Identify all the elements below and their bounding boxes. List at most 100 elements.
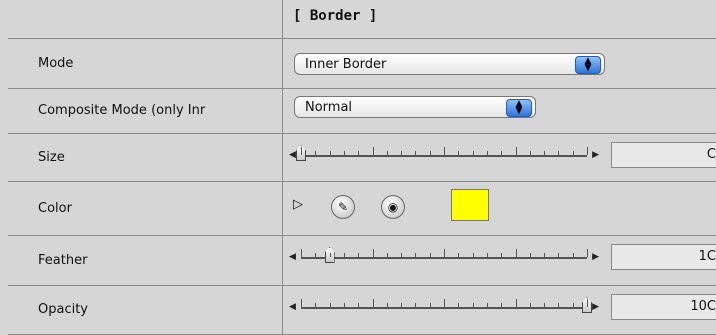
eyedropper-icon[interactable]: ✎ — [331, 195, 355, 219]
slider-tick — [486, 303, 488, 307]
disclosure-triangle-icon[interactable]: ▷ — [293, 197, 303, 212]
slider-left-arrow-icon[interactable]: ◀ — [289, 150, 296, 160]
opacity-slider[interactable]: ◀ ▶ — [289, 297, 599, 314]
mode-label: Mode — [38, 55, 74, 71]
slider-tick — [444, 147, 445, 155]
slider-tick — [386, 303, 388, 307]
slider-tick — [358, 151, 360, 155]
slider-tick — [372, 147, 374, 155]
slider-tick — [444, 249, 445, 257]
slider-tick — [558, 253, 560, 257]
slider-tick — [301, 299, 302, 307]
slider-tick — [501, 253, 503, 257]
slider-tick — [429, 151, 431, 155]
slider-tick — [572, 151, 574, 155]
header-label-cell — [8, 0, 283, 38]
feather-row: Feather ◀ ▶ 1C — [8, 235, 716, 286]
slider-track — [301, 155, 587, 157]
opacity-label: Opacity — [38, 302, 89, 317]
opacity-value-field[interactable]: 10C — [611, 294, 716, 320]
slider-tick — [315, 253, 317, 257]
popup-arrows-icon: ▲ ▼ — [575, 56, 601, 74]
composite-mode-row: Composite Mode (only Inr Normal ▲ ▼ — [8, 88, 716, 134]
slider-tick — [529, 151, 531, 155]
slider-tick — [587, 249, 588, 257]
slider-tick — [472, 303, 474, 307]
slider-tick — [486, 253, 488, 257]
mode-value: Inner Border — [305, 56, 387, 72]
slider-tick — [343, 303, 345, 307]
size-label: Size — [38, 149, 65, 165]
slider-tick — [415, 151, 417, 155]
feather-slider[interactable]: ◀ ▶ — [289, 247, 599, 264]
slider-tick — [544, 253, 546, 257]
feather-value-field[interactable]: 1C — [611, 244, 716, 270]
slider-tick — [372, 249, 374, 257]
slider-left-arrow-icon[interactable]: ◀ — [289, 252, 296, 262]
slider-tick — [329, 253, 331, 257]
slider-tick — [415, 253, 417, 257]
slider-tick — [444, 299, 445, 307]
slider-tick — [329, 151, 331, 155]
slider-tick — [587, 299, 588, 307]
color-row: Color ▷ ✎ ◉ — [8, 181, 716, 236]
slider-tick — [529, 253, 531, 257]
slider-tick — [343, 253, 345, 257]
composite-mode-value: Normal — [305, 99, 353, 115]
slider-right-arrow-icon[interactable]: ▶ — [592, 302, 599, 312]
slider-tick — [401, 253, 403, 257]
mode-row: Mode Inner Border ▲ ▼ — [8, 38, 716, 89]
slider-tick — [501, 303, 503, 307]
slider-tick — [558, 303, 560, 307]
color-swatch[interactable] — [451, 189, 489, 221]
slider-track — [301, 307, 587, 309]
slider-tick — [343, 151, 345, 155]
slider-tick — [544, 151, 546, 155]
composite-mode-popup[interactable]: Normal ▲ ▼ — [294, 96, 536, 118]
section-title: [ Border ] — [293, 8, 378, 24]
header-title-cell: [ Border ] — [283, 0, 716, 38]
slider-tick — [429, 253, 431, 257]
slider-tick — [315, 151, 317, 155]
slider-right-arrow-icon[interactable]: ▶ — [592, 150, 599, 160]
slider-tick — [372, 299, 374, 307]
header-row: [ Border ] — [8, 0, 716, 39]
slider-tick — [358, 253, 360, 257]
popup-arrows-icon: ▲ ▼ — [506, 99, 532, 117]
slider-right-arrow-icon[interactable]: ▶ — [592, 252, 599, 262]
slider-tick — [401, 151, 403, 155]
composite-mode-label: Composite Mode (only Inr — [38, 103, 206, 118]
size-slider[interactable]: ◀ ▶ — [289, 145, 599, 162]
color-wheel-icon[interactable]: ◉ — [381, 195, 405, 219]
slider-tick — [329, 303, 331, 307]
slider-tick — [401, 303, 403, 307]
slider-tick — [501, 151, 503, 155]
size-row: Size ◀ ▶ C — [8, 133, 716, 182]
slider-tick — [486, 151, 488, 155]
slider-tick — [572, 253, 574, 257]
slider-tick — [515, 147, 517, 155]
slider-tick — [472, 253, 474, 257]
slider-tick — [544, 303, 546, 307]
size-value-field[interactable]: C — [611, 142, 716, 168]
slider-tick — [572, 303, 574, 307]
slider-tick — [301, 249, 302, 257]
slider-tick — [458, 253, 460, 257]
slider-tick — [529, 303, 531, 307]
slider-tick — [358, 303, 360, 307]
slider-tick — [458, 303, 460, 307]
slider-tick — [315, 303, 317, 307]
slider-left-arrow-icon[interactable]: ◀ — [289, 302, 296, 312]
slider-tick — [587, 147, 588, 155]
slider-tick — [458, 151, 460, 155]
slider-tick — [301, 147, 302, 155]
slider-tick — [386, 151, 388, 155]
slider-tick — [415, 303, 417, 307]
mode-popup[interactable]: Inner Border ▲ ▼ — [294, 53, 605, 75]
border-parameters: [ Border ] Mode Inner Border ▲ ▼ Composit… — [8, 0, 716, 335]
feather-label: Feather — [38, 252, 88, 268]
slider-tick — [472, 151, 474, 155]
slider-tick — [515, 249, 517, 257]
opacity-row: Opacity ◀ ▶ 10C — [8, 285, 716, 335]
color-label: Color — [38, 200, 72, 216]
